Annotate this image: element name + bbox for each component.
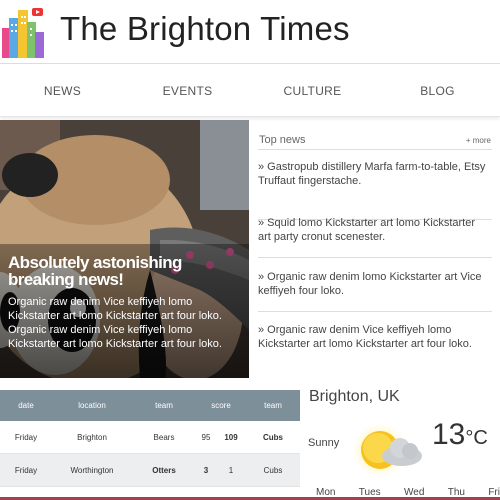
cell-score: 1	[228, 466, 234, 475]
nav-item-culture[interactable]: CULTURE	[250, 65, 375, 116]
col-date: date	[18, 401, 34, 410]
cell-team: Cubs	[263, 433, 283, 442]
cell-location: Worthington	[70, 466, 114, 475]
hero-summary: Organic raw denim Vice keffiyeh lomo Kic…	[8, 296, 222, 350]
sun-cloud-icon	[352, 422, 422, 476]
top-news-panel: Top news + more » Gastropub distillery M…	[258, 120, 492, 378]
top-news-item[interactable]: » Gastropub distillery Marfa farm-to-tab…	[258, 160, 492, 220]
main-nav: NEWS EVENTS CULTURE BLOG	[0, 65, 500, 117]
cell-score: 109	[224, 433, 238, 442]
cell-date: Friday	[14, 433, 38, 442]
col-team: team	[155, 401, 173, 410]
scores-header-row: date location team score team	[0, 390, 300, 421]
temperature-value: 13	[432, 418, 466, 451]
nav-item-events[interactable]: EVENTS	[125, 65, 250, 116]
scores-table: date location team score team Friday Bri…	[0, 390, 300, 487]
cell-location: Brighton	[77, 433, 107, 442]
nav-item-news[interactable]: NEWS	[0, 65, 125, 116]
cell-team: Otters	[152, 466, 176, 475]
top-news-item[interactable]: » Organic raw denim Vice keffiyeh lomo K…	[258, 323, 492, 363]
cell-score: 95	[201, 433, 211, 442]
hero-story[interactable]: Absolutely astonishing breaking news! Or…	[0, 120, 249, 378]
hero-headline[interactable]: Absolutely astonishing breaking news!	[8, 254, 243, 288]
table-row: Friday Worthington Otters 3 1 Cubs	[0, 454, 300, 487]
cell-team: Cubs	[263, 466, 283, 475]
cell-score: 3	[203, 466, 209, 475]
weather-widget: Brighton, UK Sunny 13°C Mon Tues Wed Thu…	[302, 380, 500, 500]
site-header: The Brighton Times	[0, 0, 500, 64]
temperature-unit: °C	[465, 427, 488, 449]
col-team: team	[264, 401, 282, 410]
weather-temperature: 13°C	[432, 418, 488, 452]
top-news-item[interactable]: » Squid lomo Kickstarter art lomo Kickst…	[258, 216, 492, 258]
nav-item-blog[interactable]: BLOG	[375, 65, 500, 116]
cell-team: Bears	[153, 433, 175, 442]
cell-date: Friday	[14, 466, 38, 475]
city-logo-icon[interactable]	[2, 6, 44, 58]
top-news-title: Top news	[259, 134, 306, 146]
col-score: score	[211, 401, 231, 410]
weather-city: Brighton, UK	[309, 388, 400, 405]
more-link[interactable]: + more	[466, 136, 491, 145]
table-row: Friday Brighton Bears 95 109 Cubs	[0, 421, 300, 454]
col-location: location	[78, 401, 106, 410]
weather-condition: Sunny	[308, 437, 340, 449]
top-news-item[interactable]: » Organic raw denim lomo Kickstarter art…	[258, 270, 492, 312]
top-news-header: Top news + more	[258, 132, 492, 150]
site-title[interactable]: The Brighton Times	[60, 10, 350, 48]
